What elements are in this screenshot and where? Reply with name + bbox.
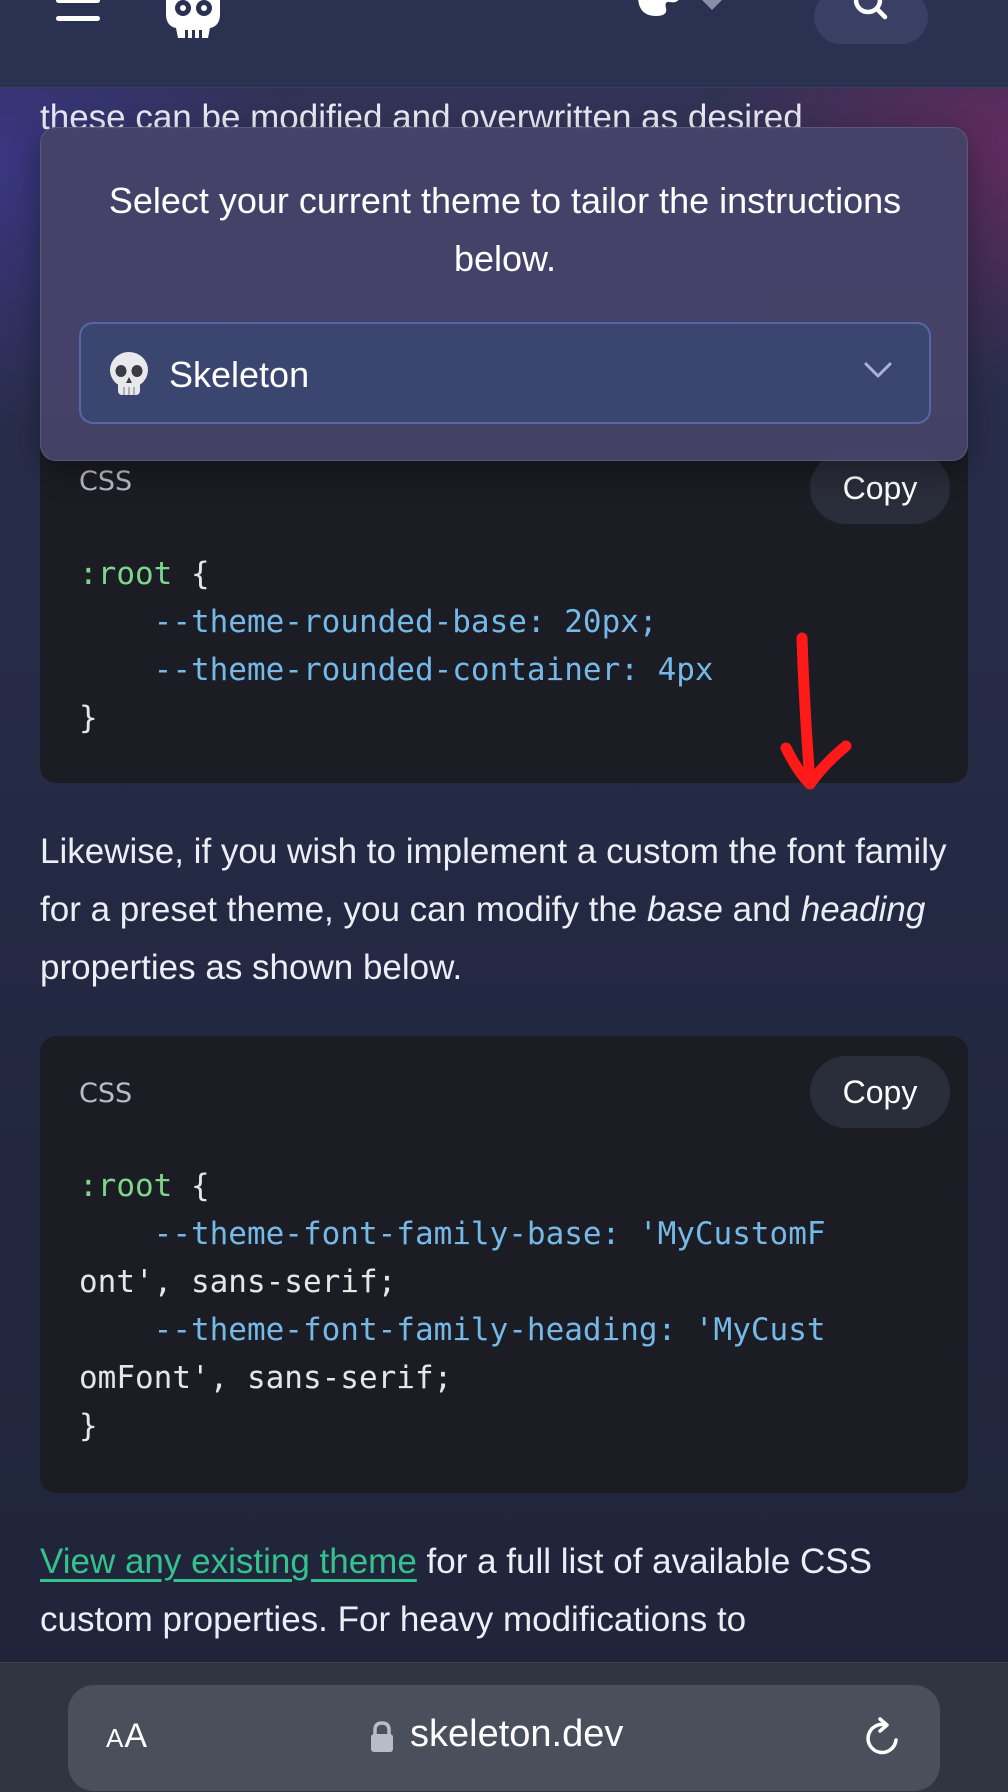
code-line: } bbox=[79, 1408, 98, 1444]
code-block-font-family: CSS Copy :root { --theme-font-family-bas… bbox=[40, 1036, 968, 1493]
paragraph-emphasis: base bbox=[646, 890, 723, 929]
aa-large-letter: A bbox=[124, 1717, 149, 1755]
existing-theme-paragraph: View any existing theme for a full list … bbox=[40, 1533, 980, 1649]
paragraph-text: properties as shown below. bbox=[40, 948, 463, 987]
copy-button[interactable]: Copy bbox=[810, 1056, 950, 1128]
chevron-down-icon bbox=[864, 362, 892, 378]
reload-icon[interactable] bbox=[862, 1716, 904, 1760]
view-existing-theme-link[interactable]: View any existing theme bbox=[40, 1542, 417, 1581]
code-line: ont', sans-serif; bbox=[79, 1264, 397, 1300]
code-line: --theme-font-family-heading: 'MyCust bbox=[79, 1312, 826, 1348]
red-annotation-arrow-icon bbox=[780, 632, 852, 790]
search-button[interactable] bbox=[814, 0, 928, 44]
selected-theme-label: Skeleton bbox=[169, 354, 310, 395]
theme-select-dropdown[interactable]: Skeleton bbox=[79, 322, 931, 424]
code-line: omFont', sans-serif; bbox=[79, 1360, 453, 1396]
hamburger-icon[interactable] bbox=[56, 0, 102, 24]
code-selector: :root bbox=[79, 1168, 173, 1204]
diamond-icon[interactable] bbox=[700, 0, 724, 14]
paragraph-emphasis: heading bbox=[800, 890, 926, 929]
top-nav-bar bbox=[0, 0, 1008, 88]
code-language-label: CSS bbox=[79, 1078, 133, 1109]
theme-instructions-text: Select your current theme to tailor the … bbox=[108, 180, 902, 279]
browser-bottom-bar: AA skeleton.dev bbox=[0, 1662, 1008, 1792]
lock-icon bbox=[371, 1721, 393, 1752]
code-line: --theme-font-family-base: 'MyCustomF bbox=[79, 1216, 826, 1252]
code-line: } bbox=[79, 700, 98, 736]
url-text: skeleton.dev bbox=[410, 1713, 624, 1755]
code-selector: :root bbox=[79, 556, 173, 592]
code-content: :root { --theme-rounded-base: 20px; --th… bbox=[79, 550, 714, 742]
code-line: :root { bbox=[79, 556, 210, 592]
code-line: --theme-rounded-container: 4px bbox=[79, 652, 714, 688]
reader-aa-button[interactable]: AA bbox=[106, 1717, 148, 1756]
copy-button[interactable]: Copy bbox=[810, 452, 950, 524]
address-bar[interactable]: AA skeleton.dev bbox=[68, 1685, 940, 1791]
code-line: --theme-rounded-base: 20px; bbox=[79, 604, 658, 640]
skull-emoji-icon bbox=[110, 352, 148, 395]
skull-logo-icon[interactable] bbox=[158, 0, 228, 46]
palette-icon[interactable] bbox=[634, 0, 682, 26]
code-language-label: CSS bbox=[79, 466, 133, 497]
search-icon bbox=[853, 0, 888, 20]
theme-selector-popover: Select your current theme to tailor the … bbox=[40, 127, 968, 461]
aa-small-letter: A bbox=[106, 1723, 125, 1753]
code-line: :root { bbox=[79, 1168, 210, 1204]
code-content: :root { --theme-font-family-base: 'MyCus… bbox=[79, 1162, 826, 1450]
font-family-paragraph: Likewise, if you wish to implement a cus… bbox=[40, 823, 980, 997]
paragraph-text: and bbox=[722, 890, 801, 929]
